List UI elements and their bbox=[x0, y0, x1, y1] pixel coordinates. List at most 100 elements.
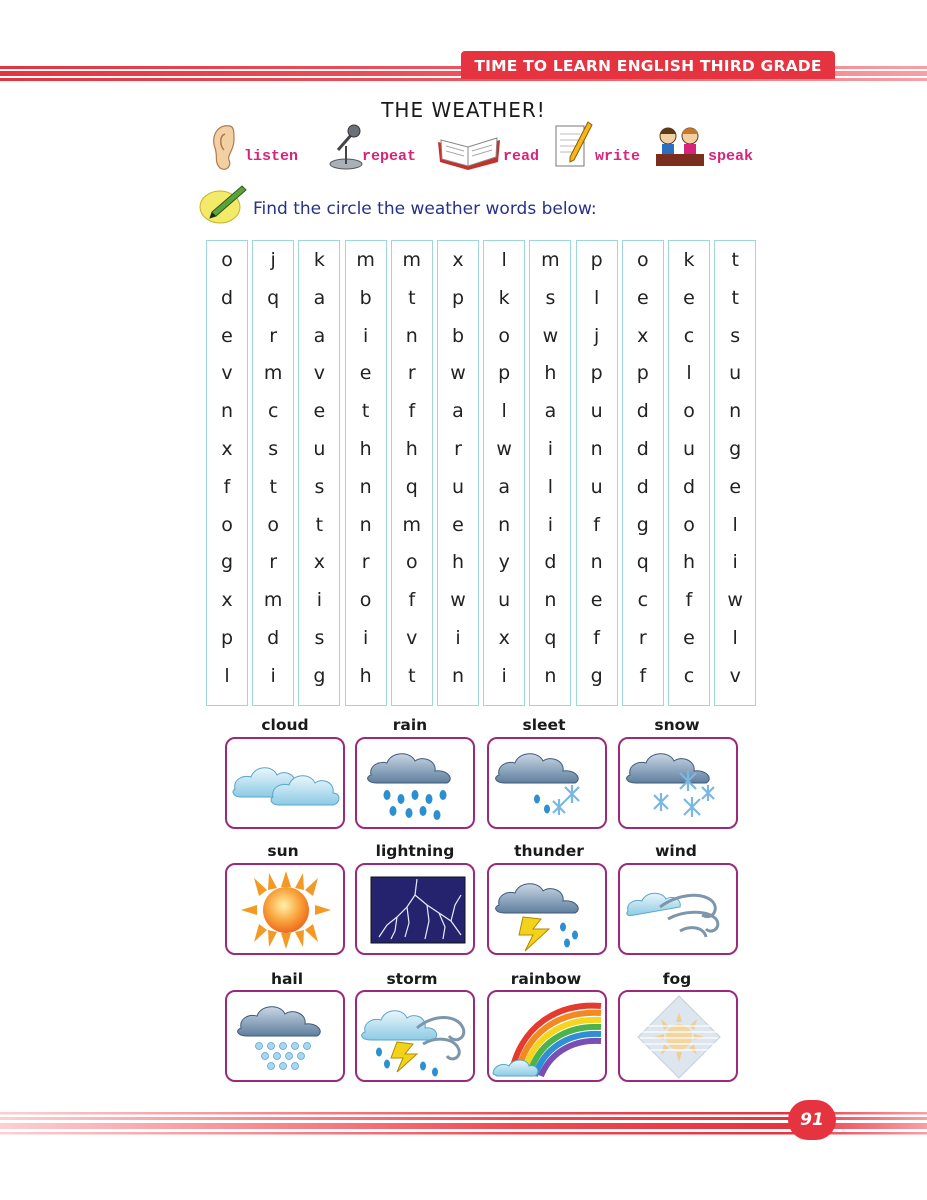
letter-cell[interactable]: e bbox=[346, 362, 386, 384]
letter-cell[interactable]: u bbox=[299, 438, 339, 460]
letter-cell[interactable]: i bbox=[530, 514, 570, 536]
letter-cell[interactable]: d bbox=[623, 476, 663, 498]
letter-cell[interactable]: e bbox=[438, 514, 478, 536]
letter-cell[interactable]: w bbox=[715, 589, 755, 611]
letter-cell[interactable]: p bbox=[577, 249, 617, 271]
letter-cell[interactable]: e bbox=[299, 400, 339, 422]
letter-cell[interactable]: u bbox=[577, 476, 617, 498]
letter-cell[interactable]: s bbox=[299, 476, 339, 498]
letter-cell[interactable]: r bbox=[346, 551, 386, 573]
letter-cell[interactable]: n bbox=[392, 325, 432, 347]
letter-cell[interactable]: i bbox=[299, 589, 339, 611]
letter-cell[interactable]: i bbox=[438, 627, 478, 649]
letter-cell[interactable]: l bbox=[484, 249, 524, 271]
letter-cell[interactable]: u bbox=[438, 476, 478, 498]
letter-cell[interactable]: e bbox=[207, 325, 247, 347]
letter-cell[interactable]: f bbox=[392, 400, 432, 422]
letter-cell[interactable]: y bbox=[484, 551, 524, 573]
letter-cell[interactable]: d bbox=[207, 287, 247, 309]
letter-cell[interactable]: p bbox=[207, 627, 247, 649]
letter-cell[interactable]: g bbox=[715, 438, 755, 460]
letter-cell[interactable]: f bbox=[207, 476, 247, 498]
letter-cell[interactable]: i bbox=[715, 551, 755, 573]
letter-cell[interactable]: i bbox=[346, 325, 386, 347]
letter-cell[interactable]: m bbox=[530, 249, 570, 271]
letter-cell[interactable]: e bbox=[577, 589, 617, 611]
letter-cell[interactable]: g bbox=[577, 665, 617, 687]
letter-cell[interactable]: u bbox=[715, 362, 755, 384]
letter-cell[interactable]: g bbox=[207, 551, 247, 573]
letter-cell[interactable]: t bbox=[715, 249, 755, 271]
letter-cell[interactable]: t bbox=[299, 514, 339, 536]
letter-cell[interactable]: p bbox=[623, 362, 663, 384]
letter-cell[interactable]: x bbox=[484, 627, 524, 649]
letter-cell[interactable]: c bbox=[623, 589, 663, 611]
letter-cell[interactable]: h bbox=[438, 551, 478, 573]
letter-cell[interactable]: n bbox=[346, 514, 386, 536]
letter-cell[interactable]: l bbox=[530, 476, 570, 498]
letter-cell[interactable]: q bbox=[623, 551, 663, 573]
letter-cell[interactable]: x bbox=[299, 551, 339, 573]
letter-cell[interactable]: h bbox=[346, 438, 386, 460]
letter-cell[interactable]: n bbox=[530, 589, 570, 611]
letter-cell[interactable]: e bbox=[623, 287, 663, 309]
letter-cell[interactable]: u bbox=[484, 589, 524, 611]
letter-cell[interactable]: n bbox=[484, 514, 524, 536]
letter-cell[interactable]: c bbox=[669, 665, 709, 687]
letter-cell[interactable]: i bbox=[346, 627, 386, 649]
letter-cell[interactable]: t bbox=[253, 476, 293, 498]
letter-cell[interactable]: w bbox=[438, 589, 478, 611]
letter-cell[interactable]: m bbox=[253, 589, 293, 611]
letter-cell[interactable]: n bbox=[438, 665, 478, 687]
letter-cell[interactable]: d bbox=[623, 400, 663, 422]
letter-cell[interactable]: a bbox=[299, 287, 339, 309]
letter-cell[interactable]: a bbox=[484, 476, 524, 498]
letter-cell[interactable]: e bbox=[715, 476, 755, 498]
letter-cell[interactable]: m bbox=[346, 249, 386, 271]
letter-cell[interactable]: d bbox=[623, 438, 663, 460]
letter-cell[interactable]: l bbox=[207, 665, 247, 687]
letter-cell[interactable]: l bbox=[715, 627, 755, 649]
letter-cell[interactable]: n bbox=[530, 665, 570, 687]
letter-cell[interactable]: o bbox=[484, 325, 524, 347]
letter-cell[interactable]: n bbox=[577, 551, 617, 573]
letter-cell[interactable]: o bbox=[207, 514, 247, 536]
letter-cell[interactable]: e bbox=[669, 627, 709, 649]
letter-cell[interactable]: d bbox=[253, 627, 293, 649]
letter-cell[interactable]: f bbox=[392, 589, 432, 611]
letter-cell[interactable]: x bbox=[207, 589, 247, 611]
letter-cell[interactable]: i bbox=[484, 665, 524, 687]
letter-cell[interactable]: n bbox=[577, 438, 617, 460]
letter-cell[interactable]: s bbox=[715, 325, 755, 347]
letter-cell[interactable]: k bbox=[299, 249, 339, 271]
letter-cell[interactable]: k bbox=[484, 287, 524, 309]
letter-cell[interactable]: j bbox=[577, 325, 617, 347]
letter-cell[interactable]: r bbox=[623, 627, 663, 649]
letter-cell[interactable]: a bbox=[438, 400, 478, 422]
letter-cell[interactable]: e bbox=[669, 287, 709, 309]
letter-cell[interactable]: j bbox=[253, 249, 293, 271]
letter-cell[interactable]: i bbox=[530, 438, 570, 460]
letter-cell[interactable]: t bbox=[392, 665, 432, 687]
letter-cell[interactable]: s bbox=[299, 627, 339, 649]
letter-cell[interactable]: v bbox=[715, 665, 755, 687]
letter-cell[interactable]: b bbox=[438, 325, 478, 347]
letter-cell[interactable]: s bbox=[253, 438, 293, 460]
letter-cell[interactable]: c bbox=[253, 400, 293, 422]
letter-cell[interactable]: r bbox=[392, 362, 432, 384]
letter-cell[interactable]: h bbox=[392, 438, 432, 460]
letter-cell[interactable]: b bbox=[346, 287, 386, 309]
letter-cell[interactable]: h bbox=[530, 362, 570, 384]
letter-cell[interactable]: o bbox=[669, 400, 709, 422]
letter-cell[interactable]: c bbox=[669, 325, 709, 347]
letter-cell[interactable]: f bbox=[577, 514, 617, 536]
letter-cell[interactable]: p bbox=[577, 362, 617, 384]
letter-cell[interactable]: w bbox=[530, 325, 570, 347]
letter-cell[interactable]: v bbox=[207, 362, 247, 384]
letter-cell[interactable]: u bbox=[669, 438, 709, 460]
letter-cell[interactable]: o bbox=[346, 589, 386, 611]
letter-cell[interactable]: r bbox=[253, 325, 293, 347]
letter-cell[interactable]: t bbox=[392, 287, 432, 309]
letter-cell[interactable]: a bbox=[299, 325, 339, 347]
letter-cell[interactable]: o bbox=[253, 514, 293, 536]
